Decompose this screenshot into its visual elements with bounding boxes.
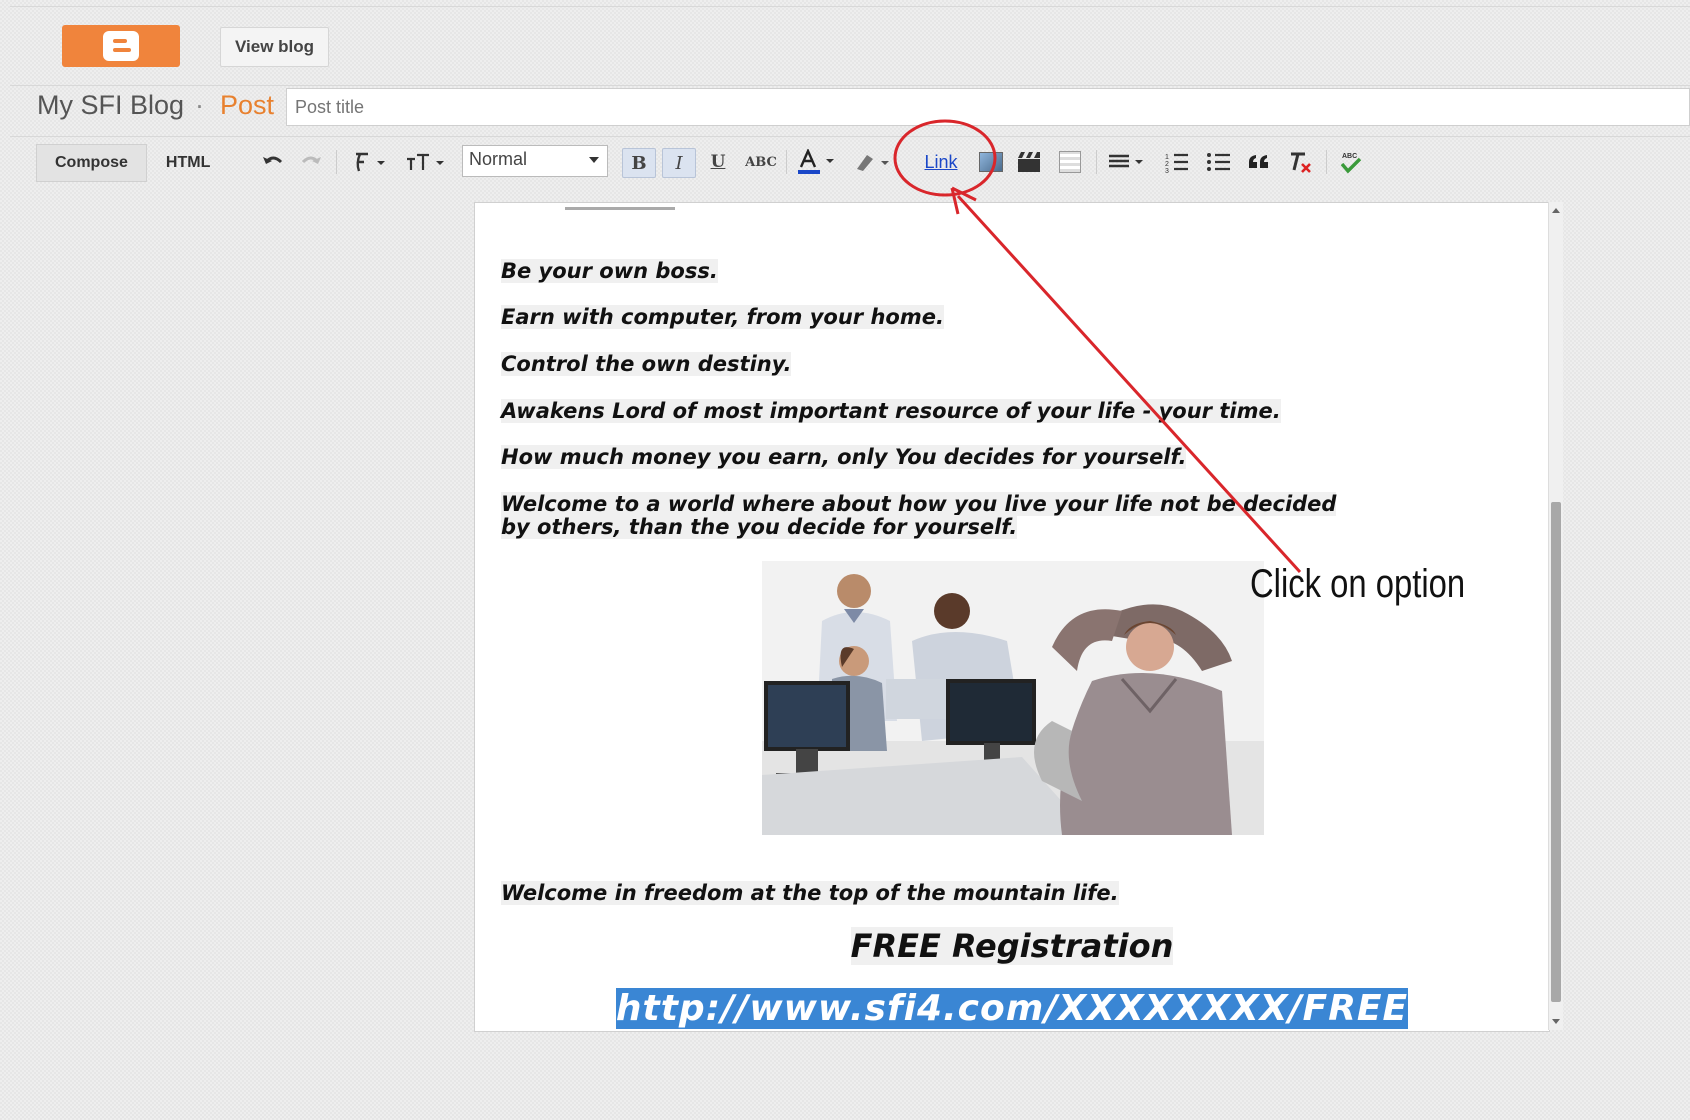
free-registration-heading: FREE Registration (475, 927, 1549, 965)
post-header: My SFI Blog · Post (10, 84, 1690, 137)
post-line: Welcome in freedom at the top of the mou… (501, 881, 1119, 905)
svg-text:2: 2 (1165, 161, 1169, 168)
italic-button[interactable]: I (662, 148, 696, 178)
post-line: Earn with computer, from your home. (501, 305, 944, 329)
post-line: How much money you earn, only You decide… (501, 445, 1187, 469)
scroll-up-icon[interactable] (1552, 208, 1560, 213)
top-bar: View blog (10, 6, 1690, 86)
toolbar-divider (786, 150, 787, 174)
undo-icon[interactable] (260, 148, 286, 176)
selected-url-text[interactable]: http://www.sfi4.com/XXXXXXXX/FREE (615, 988, 1409, 1029)
selected-url[interactable]: http://www.sfi4.com/XXXXXXXX/FREE (475, 988, 1549, 1029)
post-title-input[interactable] (286, 88, 1690, 126)
toolbar-divider (336, 150, 337, 174)
chevron-down-icon (589, 157, 599, 163)
jump-break-icon[interactable] (1056, 148, 1084, 176)
post-line: Welcome to a world where about how you l… (501, 492, 1337, 516)
blog-name[interactable]: My SFI Blog (37, 90, 184, 121)
highlight-icon[interactable] (850, 148, 896, 176)
editor-toolbar: Compose HTML Normal B I U ABC Link 123 A… (10, 136, 1690, 190)
link-button[interactable]: Link (918, 148, 964, 176)
video-icon[interactable] (1014, 148, 1044, 176)
breadcrumb-separator: · (195, 90, 204, 120)
tab-html[interactable]: HTML (147, 144, 229, 182)
remove-format-icon[interactable] (1286, 148, 1316, 176)
mode-tabs: Compose HTML (36, 144, 229, 182)
annotation-label: Click on option (1250, 562, 1466, 606)
spellcheck-icon[interactable]: ABC (1336, 148, 1366, 176)
bullet-list-icon[interactable] (1204, 148, 1234, 176)
bold-button[interactable]: B (622, 148, 656, 178)
font-size-value: Normal (469, 149, 528, 169)
scroll-thumb[interactable] (1551, 502, 1561, 1002)
scroll-down-icon[interactable] (1552, 1019, 1560, 1024)
font-family-icon[interactable] (348, 148, 392, 176)
post-line: Awakens Lord of most important resource … (501, 399, 1281, 423)
toolbar-divider (1096, 150, 1097, 174)
image-icon[interactable] (976, 148, 1006, 176)
view-blog-button[interactable]: View blog (220, 27, 330, 67)
post-editor[interactable]: Be your own boss. Earn with computer, fr… (474, 202, 1550, 1032)
align-icon[interactable] (1106, 148, 1152, 176)
blogger-icon (103, 31, 139, 61)
svg-text:1: 1 (1165, 154, 1169, 161)
underline-button[interactable]: U (706, 148, 730, 176)
font-size-dropdown[interactable]: Normal (462, 145, 608, 177)
breadcrumb-post: Post (220, 90, 275, 120)
strikethrough-button[interactable]: ABC (744, 148, 778, 176)
post-line: Be your own boss. (501, 259, 718, 283)
text-color-icon[interactable] (794, 148, 844, 176)
numbered-list-icon[interactable]: 123 (1162, 148, 1192, 176)
blogger-logo-button[interactable] (62, 25, 180, 67)
editor-scrollbar[interactable] (1548, 202, 1563, 1030)
toolbar-divider (1326, 150, 1327, 174)
post-line: Control the own destiny. (501, 352, 792, 376)
free-registration-text: FREE Registration (850, 927, 1174, 965)
svg-text:3: 3 (1165, 168, 1169, 173)
office-photo[interactable] (762, 561, 1264, 835)
svg-text:ABC: ABC (1342, 153, 1357, 160)
quote-icon[interactable] (1244, 148, 1274, 176)
cut-off-content (565, 203, 675, 210)
font-size-icon[interactable] (404, 148, 452, 176)
redo-icon[interactable] (298, 148, 324, 176)
post-line: by others, than the you decide for yours… (501, 515, 1018, 539)
tab-compose[interactable]: Compose (36, 144, 147, 182)
